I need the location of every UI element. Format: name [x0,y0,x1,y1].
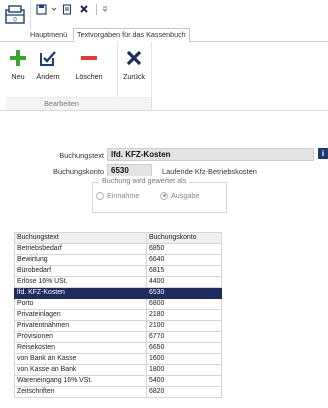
ribbon-group-label-bearbeiten: Bearbeiten [6,97,117,110]
neu-button[interactable]: Neu [6,46,30,90]
table-row[interactable]: von Bank an Kasse 1600 [14,353,222,365]
table-row[interactable]: lfd. KFZ-Kosten 6530 [14,287,222,299]
table-row[interactable]: Privateinlagen 2180 [14,309,222,321]
cell-buchungstext[interactable]: Betriebsbedarf [14,243,147,255]
buchungstext-field[interactable]: lfd. KFZ-Kosten [107,148,314,161]
column-header-buchungskonto[interactable]: Buchungskonto [146,232,222,244]
radio-ausgabe[interactable]: Ausgabe [160,191,199,200]
zurueck-button[interactable]: Zurück [119,46,149,90]
radio-einnahme[interactable]: Einnahme [96,191,139,200]
ribbon-group-label-navigation [117,97,151,110]
neu-label: Neu [11,72,25,81]
cell-buchungstext[interactable]: Bürobedarf [14,265,147,277]
x-icon [126,50,142,66]
cell-buchungstext[interactable]: Bewirtung [14,254,147,266]
close-icon[interactable] [77,3,91,15]
table-row[interactable]: Bewirtung 6640 [14,254,222,266]
cell-buchungstext[interactable]: Erlöse 16% USt. [14,276,147,288]
radio-ausgabe-label: Ausgabe [171,191,200,200]
cell-buchungstext[interactable]: Zeitschriften [14,386,147,398]
cell-buchungstext[interactable]: lfd. KFZ-Kosten [14,287,147,299]
column-header-buchungstext[interactable]: Buchungstext [14,232,147,244]
cell-buchungskonto[interactable]: 6770 [146,331,222,343]
table-row[interactable]: Bürobedarf 6815 [14,265,222,277]
cell-buchungskonto[interactable]: 4400 [146,276,222,288]
cell-buchungstext[interactable]: Privateinlagen [14,309,147,321]
table-row[interactable]: Zeitschriften 6820 [14,386,222,398]
radio-einnahme-label: Einnahme [107,191,140,200]
table-row[interactable]: Porto 6800 [14,298,222,310]
register-icon: 0 [5,5,25,24]
table-row[interactable]: von Kasse an Bank 1800 [14,364,222,376]
cell-buchungskonto[interactable]: 6820 [146,386,222,398]
new-document-icon[interactable] [60,3,74,15]
table-row[interactable]: Reisekosten 6650 [14,342,222,354]
cell-buchungstext[interactable]: Wareneingang 16% VSt. [14,375,147,387]
buchung-wertung-title: Buchung wird gewertet als [99,176,190,185]
table-row[interactable]: Wareneingang 16% VSt. 5400 [14,375,222,387]
cell-buchungstext[interactable]: Privatentnahmen [14,320,147,332]
table-header-row: Buchungstext Buchungskonto [14,232,222,244]
plus-icon [10,50,26,66]
cell-buchungskonto[interactable]: 6640 [146,254,222,266]
cell-buchungskonto[interactable]: 2180 [146,309,222,321]
info-icon[interactable]: i [318,148,328,159]
qat-separator [96,3,97,15]
cell-buchungskonto[interactable]: 6530 [146,287,222,299]
cell-buchungskonto[interactable]: 2100 [146,320,222,332]
buchungskonto-label: Buchungskonto [53,167,104,176]
buchungskonto-name: Laufende Kfz-Betriebskosten [162,167,257,176]
cell-buchungskonto[interactable]: 6650 [146,342,222,354]
edit-icon [40,51,56,66]
minus-icon [81,56,97,60]
cell-buchungskonto[interactable]: 5400 [146,375,222,387]
zurueck-label: Zurück [123,72,145,81]
save-icon[interactable] [34,3,48,15]
cell-buchungstext[interactable]: von Kasse an Bank [14,364,147,376]
table-row[interactable]: Provisionen 6770 [14,331,222,343]
aendern-button[interactable]: Ändern [33,46,63,90]
radio-einnahme-indicator [96,191,104,200]
cell-buchungstext[interactable]: Reisekosten [14,342,147,354]
buchungstext-label: Buchungstext [59,151,104,160]
cell-buchungstext[interactable]: Porto [14,298,147,310]
tab-hauptmenue[interactable]: Hauptmenü [27,29,70,41]
tab-textvorgaben[interactable]: Textvorgaben für das Kassenbuch [73,28,190,43]
table-row[interactable]: Privatentnahmen 2100 [14,320,222,332]
quick-access-toolbar [34,2,108,16]
loeschen-button[interactable]: Löschen [64,46,114,90]
cell-buchungskonto[interactable]: 6800 [146,298,222,310]
app-menu-button[interactable]: 0 [0,0,31,30]
cell-buchungstext[interactable]: Provisionen [14,331,147,343]
loeschen-label: Löschen [75,72,103,81]
aendern-label: Ändern [36,72,60,81]
cell-buchungskonto[interactable]: 6815 [146,265,222,277]
table-row[interactable]: Erlöse 16% USt. 4400 [14,276,222,288]
cell-buchungskonto[interactable]: 1800 [146,364,222,376]
chevron-down-icon[interactable] [51,3,57,15]
customize-dropdown-icon[interactable] [102,3,108,15]
radio-ausgabe-indicator [160,191,168,200]
cell-buchungstext[interactable]: von Bank an Kasse [14,353,147,365]
cell-buchungskonto[interactable]: 6850 [146,243,222,255]
buchungstexte-table: Buchungstext Buchungskonto Betriebsbedar… [14,232,222,398]
cell-buchungskonto[interactable]: 1600 [146,353,222,365]
table-row[interactable]: Betriebsbedarf 6850 [14,243,222,255]
